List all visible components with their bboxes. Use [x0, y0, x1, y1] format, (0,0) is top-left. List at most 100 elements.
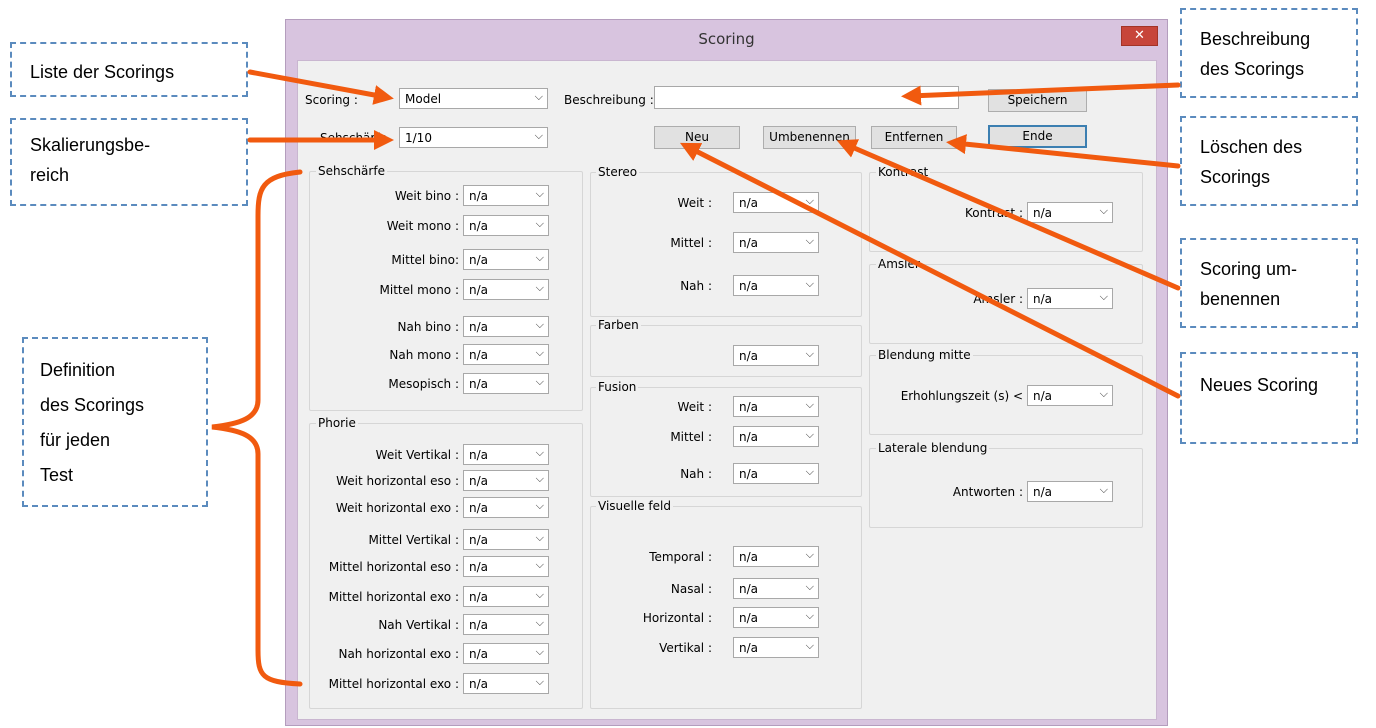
sehschaerfe-field-value: n/a	[469, 348, 489, 362]
sehschaerfe-field-select[interactable]: n/a ⌵	[463, 185, 549, 206]
chevron-down-icon: ⌵	[805, 194, 814, 207]
description-input[interactable]	[654, 86, 959, 109]
fusion-field-label: Mittel :	[670, 430, 712, 444]
sehschaerfe-field-select[interactable]: n/a ⌵	[463, 344, 549, 365]
scoring-label: Scoring :	[305, 93, 358, 107]
phorie-field-value: n/a	[469, 448, 489, 462]
fusion-field-select[interactable]: n/a ⌵	[733, 396, 819, 417]
phorie-field-select[interactable]: n/a ⌵	[463, 586, 549, 607]
phorie-field-select[interactable]: n/a ⌵	[463, 556, 549, 577]
stereo-field-select[interactable]: n/a ⌵	[733, 192, 819, 213]
phorie-field-value: n/a	[469, 474, 489, 488]
callout-umbenennen-line2: benennen	[1200, 289, 1281, 309]
visuelle-field-value: n/a	[739, 550, 759, 564]
callout-definition-line2: des Scorings	[40, 395, 145, 415]
farben-field-select[interactable]: n/a ⌵	[733, 345, 819, 366]
phorie-field-select[interactable]: n/a ⌵	[463, 673, 549, 694]
callout-neues-text: Neues Scoring	[1200, 375, 1319, 395]
fusion-field-value: n/a	[739, 467, 759, 481]
fusion-field-value: n/a	[739, 400, 759, 414]
chevron-down-icon: ⌵	[535, 187, 544, 200]
group-laterale-blendung-title: Laterale blendung	[876, 441, 990, 455]
phorie-field-value: n/a	[469, 533, 489, 547]
chevron-down-icon: ⌵	[805, 347, 814, 360]
chevron-down-icon: ⌵	[805, 548, 814, 561]
phorie-field-label: Nah horizontal exo :	[338, 647, 459, 661]
visuelle-field-select[interactable]: n/a ⌵	[733, 637, 819, 658]
chevron-down-icon: ⌵	[805, 277, 814, 290]
stereo-field-select[interactable]: n/a ⌵	[733, 232, 819, 253]
phorie-field-select[interactable]: n/a ⌵	[463, 643, 549, 664]
callout-liste: Liste der Scorings	[10, 42, 248, 97]
visuelle-field-value: n/a	[739, 611, 759, 625]
kontrast-field-label: Kontrast :	[964, 206, 1023, 220]
kontrast-field-value: n/a	[1033, 206, 1053, 220]
phorie-field-label: Mittel horizontal exo :	[328, 677, 459, 691]
close-button[interactable]: ✕	[1121, 26, 1158, 46]
amsler-field-select[interactable]: n/a ⌵	[1027, 288, 1113, 309]
laterale-field-select[interactable]: n/a ⌵	[1027, 481, 1113, 502]
visuelle-field-value: n/a	[739, 582, 759, 596]
phorie-field-select[interactable]: n/a ⌵	[463, 529, 549, 550]
blendung-field-select[interactable]: n/a ⌵	[1027, 385, 1113, 406]
farben-field-value: n/a	[739, 349, 759, 363]
visuelle-field-label: Nasal :	[670, 582, 712, 596]
visuelle-field-select[interactable]: n/a ⌵	[733, 578, 819, 599]
chevron-down-icon: ⌵	[805, 398, 814, 411]
fusion-field-label: Weit :	[677, 400, 712, 414]
phorie-field-select[interactable]: n/a ⌵	[463, 497, 549, 518]
group-blendung-mitte-title: Blendung mitte	[876, 348, 973, 362]
sehschaerfe-field-label: Mittel bino:	[391, 253, 459, 267]
group-stereo	[590, 172, 862, 317]
phorie-field-value: n/a	[469, 618, 489, 632]
chevron-down-icon: ⌵	[1099, 483, 1108, 496]
chevron-down-icon: ⌵	[534, 90, 543, 103]
sehschaerfe-field-select[interactable]: n/a ⌵	[463, 215, 549, 236]
callout-beschreibung-line2: des Scorings	[1200, 59, 1305, 79]
sehschaerfe-field-select[interactable]: n/a ⌵	[463, 249, 549, 270]
phorie-field-select[interactable]: n/a ⌵	[463, 444, 549, 465]
stereo-field-value: n/a	[739, 196, 759, 210]
remove-button[interactable]: Entfernen	[871, 126, 957, 149]
stereo-field-select[interactable]: n/a ⌵	[733, 275, 819, 296]
scoring-select[interactable]: Model ⌵	[399, 88, 548, 109]
callout-loeschen-line1: Löschen des	[1200, 137, 1303, 157]
sehschaerfe-field-value: n/a	[469, 283, 489, 297]
phorie-field-label: Mittel horizontal eso :	[328, 560, 459, 574]
laterale-field-label: Antworten :	[952, 485, 1023, 499]
chevron-down-icon: ⌵	[805, 609, 814, 622]
chevron-down-icon: ⌵	[535, 645, 544, 658]
callout-definition-line3: für jeden	[40, 430, 111, 450]
fusion-field-select[interactable]: n/a ⌵	[733, 463, 819, 484]
end-button[interactable]: Ende	[988, 125, 1087, 148]
scoring-select-value: Model	[405, 92, 442, 106]
new-button[interactable]: Neu	[654, 126, 740, 149]
sehschaerfe-field-select[interactable]: n/a ⌵	[463, 279, 549, 300]
phorie-field-label: Weit horizontal eso :	[336, 474, 459, 488]
callout-loeschen: Löschen des Scorings	[1180, 116, 1358, 206]
rename-button[interactable]: Umbenennen	[763, 126, 856, 149]
sehschaerfe-field-label: Weit bino :	[394, 189, 459, 203]
callout-beschreibung-line1: Beschreibung	[1200, 29, 1311, 49]
phorie-field-select[interactable]: n/a ⌵	[463, 614, 549, 635]
sehschaerfe-field-label: Nah bino :	[397, 320, 459, 334]
description-label: Beschreibung :	[564, 93, 654, 107]
stereo-field-value: n/a	[739, 236, 759, 250]
save-button[interactable]: Speichern	[988, 89, 1087, 112]
callout-neues: Neues Scoring	[1180, 352, 1358, 444]
stereo-field-label: Mittel :	[670, 236, 712, 250]
fusion-field-select[interactable]: n/a ⌵	[733, 426, 819, 447]
visuelle-field-select[interactable]: n/a ⌵	[733, 546, 819, 567]
kontrast-field-select[interactable]: n/a ⌵	[1027, 202, 1113, 223]
visuelle-field-select[interactable]: n/a ⌵	[733, 607, 819, 628]
callout-skalierung: Skalierungsbe- reich	[10, 118, 248, 206]
sehschaerfe-field-select[interactable]: n/a ⌵	[463, 373, 549, 394]
laterale-field-value: n/a	[1033, 485, 1053, 499]
phorie-field-select[interactable]: n/a ⌵	[463, 470, 549, 491]
sehschaerfe-field-select[interactable]: n/a ⌵	[463, 316, 549, 337]
group-fusion	[590, 387, 862, 497]
scaling-select[interactable]: 1/10 ⌵	[399, 127, 548, 148]
group-amsler-title: Amsler	[876, 257, 922, 271]
phorie-field-value: n/a	[469, 677, 489, 691]
scaling-select-value: 1/10	[405, 131, 432, 145]
